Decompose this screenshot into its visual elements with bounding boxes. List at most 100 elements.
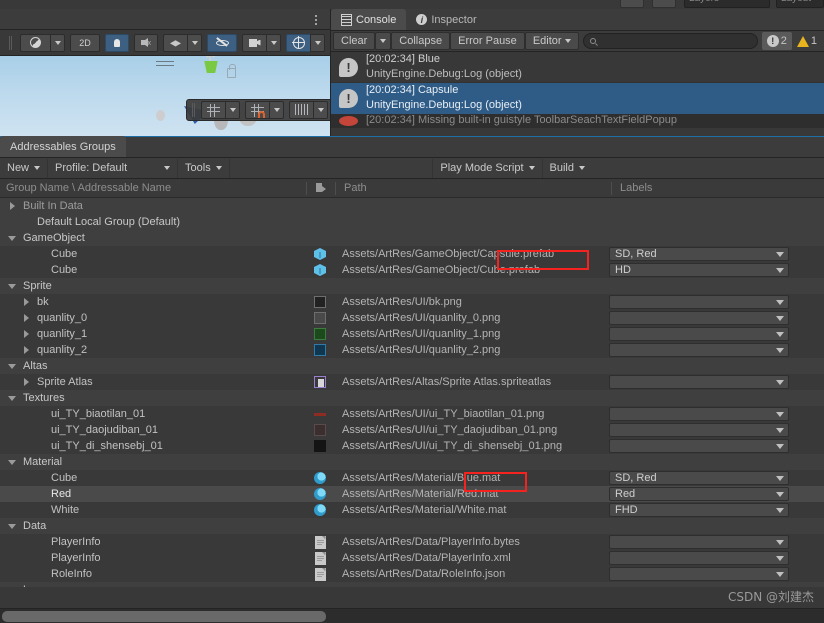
- collapse-arrow-icon[interactable]: [8, 233, 19, 244]
- grid-visibility-caret[interactable]: [225, 101, 240, 119]
- collapse-arrow-icon[interactable]: [8, 521, 19, 532]
- collapse-arrow-icon[interactable]: [8, 393, 19, 404]
- labels-dropdown[interactable]: SD, Red: [609, 471, 789, 485]
- layers-dropdown[interactable]: Layers: [684, 0, 770, 8]
- new-group-dropdown[interactable]: New: [0, 159, 48, 178]
- labels-dropdown[interactable]: FHD: [609, 503, 789, 517]
- expand-arrow-icon[interactable]: [22, 329, 33, 340]
- grid-snap-icon[interactable]: [245, 101, 269, 119]
- collapse-toggle[interactable]: Collapse: [391, 32, 450, 50]
- scene-viewport[interactable]: [0, 56, 330, 136]
- expand-arrow-icon[interactable]: [22, 297, 33, 308]
- clear-dropdown-caret[interactable]: [375, 32, 391, 50]
- collapse-arrow-icon[interactable]: [8, 281, 19, 292]
- toolbar-grip[interactable]: [8, 36, 14, 50]
- grid-icon[interactable]: [201, 101, 225, 119]
- console-entry[interactable]: ! [20:02:34] Capsule UnityEngine.Debug:L…: [331, 83, 824, 114]
- draw-mode-dropdown[interactable]: [20, 34, 65, 52]
- tab-inspector[interactable]: i Inspector: [406, 9, 486, 30]
- console-entry[interactable]: ! [20:02:34] Blue UnityEngine.Debug:Log …: [331, 52, 824, 83]
- gizmos-caret[interactable]: [310, 34, 325, 52]
- play-mode-script-dropdown[interactable]: Play Mode Script: [432, 159, 541, 178]
- tab-addressables-groups[interactable]: Addressables Groups: [0, 136, 126, 157]
- grid-snapping-dropdown[interactable]: [245, 101, 284, 119]
- clear-button[interactable]: Clear: [333, 32, 375, 50]
- overlay-drag-handle[interactable]: [156, 61, 174, 69]
- gizmos-dropdown[interactable]: [286, 34, 325, 52]
- column-header-labels[interactable]: Labels: [612, 182, 824, 194]
- scrollbar-thumb[interactable]: [2, 611, 326, 622]
- expand-arrow-icon[interactable]: [22, 345, 33, 356]
- tree-group-row[interactable]: Altas: [0, 358, 824, 374]
- labels-dropdown[interactable]: HD: [609, 263, 789, 277]
- collapse-arrow-icon[interactable]: [8, 457, 19, 468]
- tree-group-row[interactable]: Lua: [0, 582, 824, 587]
- tree-item-row[interactable]: ui_TY_biaotilan_01Assets/ArtRes/UI/ui_TY…: [0, 406, 824, 422]
- column-header-path[interactable]: Path: [336, 182, 611, 194]
- increment-snap-dropdown[interactable]: [289, 101, 328, 119]
- labels-dropdown[interactable]: [609, 423, 789, 437]
- effects-icon[interactable]: [163, 34, 187, 52]
- tree-item-row[interactable]: PlayerInfoAssets/ArtRes/Data/PlayerInfo.…: [0, 550, 824, 566]
- console-message-list[interactable]: ! [20:02:34] Blue UnityEngine.Debug:Log …: [331, 52, 824, 128]
- labels-dropdown[interactable]: [609, 567, 789, 581]
- shaded-icon[interactable]: [20, 34, 50, 52]
- tree-item-row[interactable]: Sprite AtlasAssets/ArtRes/Altas/Sprite A…: [0, 374, 824, 390]
- log-count-badge[interactable]: ! 2: [762, 32, 792, 50]
- horizontal-scrollbar[interactable]: [0, 608, 824, 623]
- ruler-icon[interactable]: [289, 101, 313, 119]
- labels-dropdown[interactable]: [609, 551, 789, 565]
- labels-dropdown[interactable]: [609, 375, 789, 389]
- build-dropdown[interactable]: Build: [542, 159, 592, 178]
- expand-arrow-icon[interactable]: [22, 313, 33, 324]
- tab-console[interactable]: Console: [331, 9, 406, 30]
- hidden-objects-toggle[interactable]: [207, 34, 237, 52]
- tree-group-row[interactable]: Sprite: [0, 278, 824, 294]
- tree-item-row[interactable]: PlayerInfoAssets/ArtRes/Data/PlayerInfo.…: [0, 534, 824, 550]
- column-header-icon[interactable]: [307, 183, 335, 193]
- error-pause-toggle[interactable]: Error Pause: [450, 32, 525, 50]
- more-options-icon[interactable]: [310, 13, 322, 27]
- tree-item-row[interactable]: ui_TY_di_shensebj_01Assets/ArtRes/UI/ui_…: [0, 438, 824, 454]
- camera-caret[interactable]: [266, 34, 281, 52]
- tree-item-row[interactable]: quanlity_2Assets/ArtRes/UI/quanlity_2.pn…: [0, 342, 824, 358]
- collapse-arrow-icon[interactable]: [8, 361, 19, 372]
- tree-item-row[interactable]: CubeAssets/ArtRes/GameObject/Cube.prefab…: [0, 262, 824, 278]
- effects-dropdown[interactable]: [163, 34, 202, 52]
- console-entry[interactable]: [20:02:34] Missing built-in guistyle Too…: [331, 114, 824, 128]
- collab-button[interactable]: [620, 0, 644, 8]
- expand-arrow-icon[interactable]: [22, 377, 33, 388]
- tree-item-row[interactable]: WhiteAssets/ArtRes/Material/White.matFHD: [0, 502, 824, 518]
- labels-dropdown[interactable]: SD, Red: [609, 247, 789, 261]
- addressables-tree[interactable]: Built In DataDefault Local Group (Defaul…: [0, 198, 824, 587]
- overlay-grip[interactable]: [191, 103, 197, 117]
- profile-dropdown[interactable]: Profile: Default: [48, 159, 178, 178]
- lock-icon[interactable]: [227, 68, 236, 78]
- labels-dropdown[interactable]: [609, 535, 789, 549]
- draw-mode-caret[interactable]: [50, 34, 65, 52]
- collapse-arrow-icon[interactable]: [8, 585, 19, 588]
- grid-visibility-dropdown[interactable]: [201, 101, 240, 119]
- increment-snap-caret[interactable]: [313, 101, 328, 119]
- tree-group-row[interactable]: Textures: [0, 390, 824, 406]
- tree-group-row[interactable]: GameObject: [0, 230, 824, 246]
- camera-dropdown[interactable]: [242, 34, 281, 52]
- tree-group-row[interactable]: Built In Data: [0, 198, 824, 214]
- column-header-name[interactable]: Group Name \ Addressable Name: [0, 182, 306, 194]
- tree-group-row[interactable]: Data: [0, 518, 824, 534]
- audio-toggle[interactable]: x: [134, 34, 158, 52]
- console-search-input[interactable]: [583, 33, 758, 49]
- grid-snap-caret[interactable]: [269, 101, 284, 119]
- tree-item-row[interactable]: quanlity_0Assets/ArtRes/UI/quanlity_0.pn…: [0, 310, 824, 326]
- tree-item-row[interactable]: RoleInfoAssets/ArtRes/Data/RoleInfo.json: [0, 566, 824, 582]
- warning-count-badge[interactable]: 1: [792, 32, 822, 50]
- labels-dropdown[interactable]: [609, 295, 789, 309]
- tree-group-row[interactable]: Material: [0, 454, 824, 470]
- expand-arrow-icon[interactable]: [8, 201, 19, 212]
- labels-dropdown[interactable]: [609, 343, 789, 357]
- tree-item-row[interactable]: quanlity_1Assets/ArtRes/UI/quanlity_1.pn…: [0, 326, 824, 342]
- tree-group-row[interactable]: Default Local Group (Default): [0, 214, 824, 230]
- tree-item-row[interactable]: CubeAssets/ArtRes/Material/Blue.matSD, R…: [0, 470, 824, 486]
- editor-dropdown[interactable]: Editor: [525, 32, 579, 50]
- tree-item-row[interactable]: ui_TY_daojudiban_01Assets/ArtRes/UI/ui_T…: [0, 422, 824, 438]
